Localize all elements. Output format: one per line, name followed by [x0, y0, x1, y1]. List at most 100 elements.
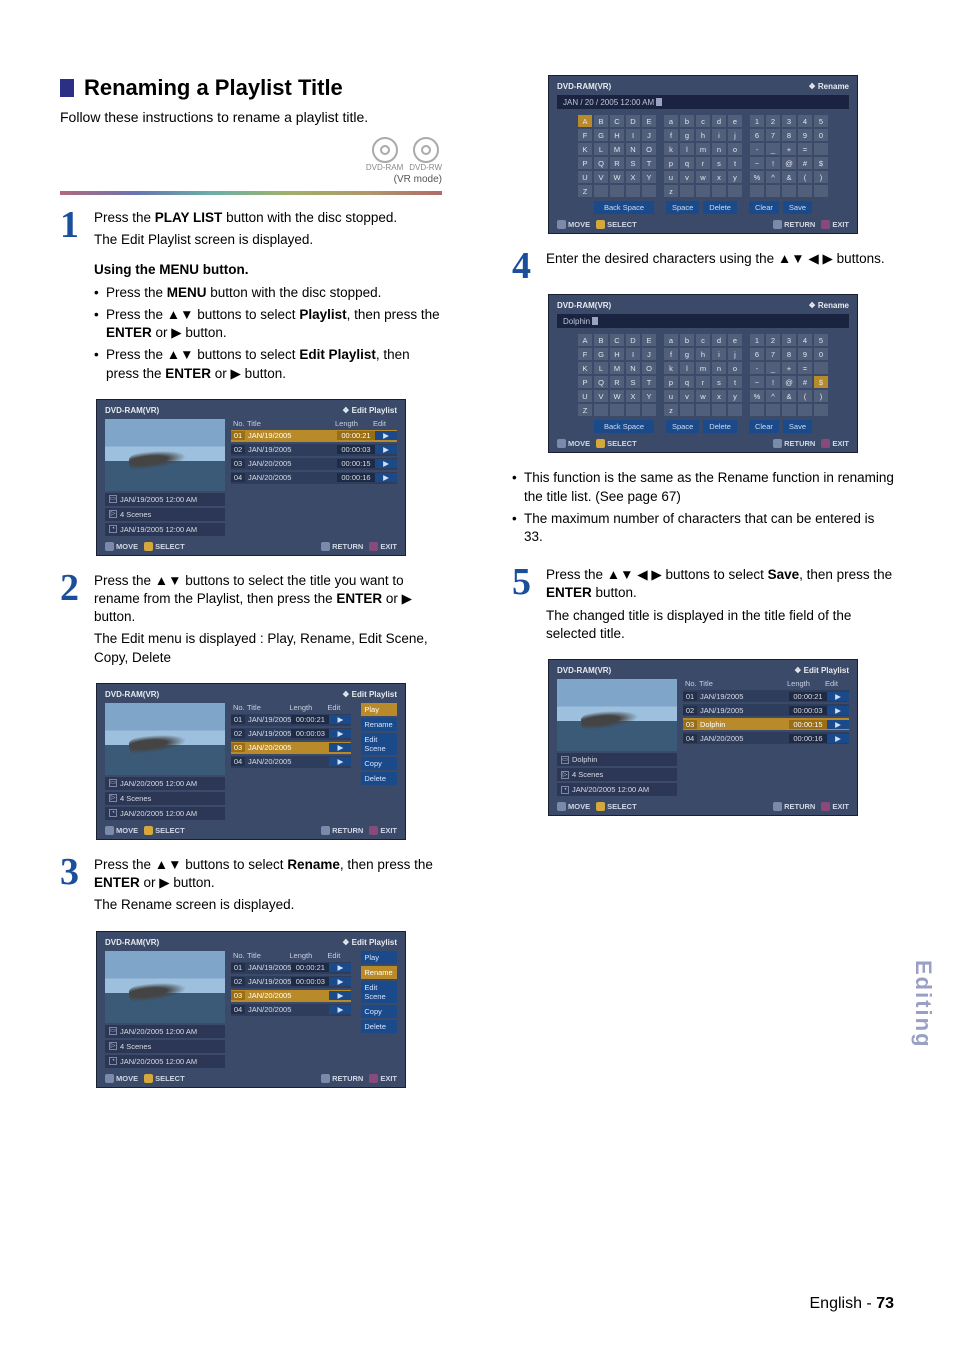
- edit-menu-item: Edit Scene: [361, 733, 397, 755]
- step3-line1: Press the ▲▼ buttons to select Rename, t…: [94, 856, 442, 892]
- step-number: 5: [512, 566, 538, 647]
- keyboard-key: 0: [814, 348, 828, 360]
- vr-mode-note: (VR mode): [60, 174, 442, 185]
- keyboard-key: K: [578, 362, 592, 374]
- keyboard-key: t: [728, 157, 742, 169]
- osd-meta-2: ▷4 Scenes: [105, 508, 225, 521]
- keyboard-key: 9: [798, 348, 812, 360]
- osd-playlist-table: No.TitleLengthEdit 01JAN/19/200500:00:21…: [231, 419, 397, 536]
- keyboard-key: [680, 185, 694, 197]
- keyboard-key: o: [728, 143, 742, 155]
- keyboard-key: 3: [782, 334, 796, 346]
- edit-menu-item: Rename: [361, 718, 397, 731]
- keyboard-key: w: [696, 171, 710, 183]
- keyboard-key: -: [750, 143, 764, 155]
- keyboard-key: x: [712, 171, 726, 183]
- keyboard-key: [814, 185, 828, 197]
- keyboard-key: z: [664, 185, 678, 197]
- keyboard-key: e: [728, 334, 742, 346]
- keyboard-key: l: [680, 362, 694, 374]
- keyboard-key: $: [814, 376, 828, 388]
- keyboard-key: [814, 143, 828, 155]
- keyboard-key: [626, 404, 640, 416]
- keyboard-key: X: [626, 390, 640, 402]
- osd-edit-menu: PlayRenameEdit SceneCopyDelete: [361, 951, 397, 1068]
- edit-menu-item: Delete: [361, 772, 397, 785]
- keyboard-lower: abcdefghijklmnopqrstuvwxyz: [664, 334, 742, 416]
- keyboard-lower: abcdefghijklmnopqrstuvwxyz: [664, 115, 742, 197]
- keyboard-key: s: [712, 376, 726, 388]
- step1-bullet3: Press the ▲▼ buttons to select Edit Play…: [94, 346, 442, 382]
- osd-edit-playlist-1: DVD-RAM(VR) ❖ Edit Playlist ▭JAN/19/2005…: [96, 399, 406, 556]
- keyboard-key: B: [594, 115, 608, 127]
- keyboard-key: n: [712, 143, 726, 155]
- keyboard-key: 6: [750, 348, 764, 360]
- keyboard-key: [610, 185, 624, 197]
- keyboard-key: v: [680, 390, 694, 402]
- step5-line2: The changed title is displayed in the ti…: [546, 607, 894, 643]
- keyboard-key: %: [750, 390, 764, 402]
- keyboard-key: #: [798, 376, 812, 388]
- keyboard-key: 4: [798, 334, 812, 346]
- keyboard-key: Y: [642, 171, 656, 183]
- osd-edit-menu: PlayRenameEdit SceneCopyDelete: [361, 703, 397, 820]
- keyboard-key: P: [578, 376, 592, 388]
- keyboard-key: 5: [814, 115, 828, 127]
- table-row: 03JAN/20/2005▶: [231, 742, 351, 754]
- keyboard-key: G: [594, 129, 608, 141]
- keyboard-key: W: [610, 171, 624, 183]
- keyboard-key: d: [712, 115, 726, 127]
- disc-ring-icon: [413, 137, 439, 163]
- keyboard-key: [814, 362, 828, 374]
- keyboard-key: #: [798, 157, 812, 169]
- keyboard-key: T: [642, 157, 656, 169]
- step4-notes: This function is the same as the Rename …: [512, 469, 894, 546]
- table-row: 03Dolphin00:00:15▶: [683, 718, 849, 730]
- keyboard-key: b: [680, 334, 694, 346]
- osd-edit-playlist-2: DVD-RAM(VR) ❖ Edit Playlist ▭JAN/20/2005…: [96, 683, 406, 840]
- keyboard-key: D: [626, 334, 640, 346]
- keyboard-key: &: [782, 390, 796, 402]
- keyboard-key: q: [680, 376, 694, 388]
- keyboard-key: @: [782, 376, 796, 388]
- keyboard-key: k: [664, 143, 678, 155]
- keyboard-key: o: [728, 362, 742, 374]
- menu-subheading: Using the MENU button.: [94, 261, 442, 279]
- keyboard-key: [696, 404, 710, 416]
- section-heading: Renaming a Playlist Title: [60, 75, 442, 101]
- keyboard-key: [594, 185, 608, 197]
- keyboard-key: c: [696, 334, 710, 346]
- keyboard-key: U: [578, 390, 592, 402]
- keyboard-key: (: [798, 171, 812, 183]
- keyboard-actions: Back Space SpaceDelete ClearSave: [557, 420, 849, 433]
- keyboard-key: h: [696, 129, 710, 141]
- step1-bullet1: Press the MENU button with the disc stop…: [94, 284, 442, 302]
- edit-menu-item: Copy: [361, 1005, 397, 1018]
- table-row: 02JAN/19/200500:00:03▶: [683, 704, 849, 716]
- keyboard-key: [696, 185, 710, 197]
- keyboard-key: [712, 185, 726, 197]
- keyboard-key: [642, 404, 656, 416]
- keyboard-key: 7: [766, 129, 780, 141]
- keyboard-upper: ABCDEFGHIJKLMNOPQRSTUVWXYZ: [578, 334, 656, 416]
- keyboard-key: +: [782, 143, 796, 155]
- keyboard-key: 1: [750, 115, 764, 127]
- keyboard-key: [750, 185, 764, 197]
- keyboard-key: [594, 404, 608, 416]
- keyboard-key: [798, 185, 812, 197]
- keyboard-key: !: [766, 157, 780, 169]
- keyboard-key: 9: [798, 129, 812, 141]
- keyboard-key: Z: [578, 404, 592, 416]
- keyboard-key: [766, 404, 780, 416]
- keyboard-key: f: [664, 348, 678, 360]
- keyboard-key: X: [626, 171, 640, 183]
- step5-line1: Press the ▲▼ ◀ ▶ buttons to select Save,…: [546, 566, 894, 602]
- osd-rename-keyboard-2: DVD-RAM(VR) ❖ Rename Dolphin ABCDEFGHIJK…: [548, 294, 858, 453]
- table-row: 01JAN/19/200500:00:21▶: [231, 714, 351, 726]
- keyboard-upper: ABCDEFGHIJKLMNOPQRSTUVWXYZ: [578, 115, 656, 197]
- keyboard-key: u: [664, 171, 678, 183]
- keyboard-key: y: [728, 390, 742, 402]
- keyboard-key: u: [664, 390, 678, 402]
- osd-device: DVD-RAM(VR): [105, 406, 159, 415]
- keyboard-key: x: [712, 390, 726, 402]
